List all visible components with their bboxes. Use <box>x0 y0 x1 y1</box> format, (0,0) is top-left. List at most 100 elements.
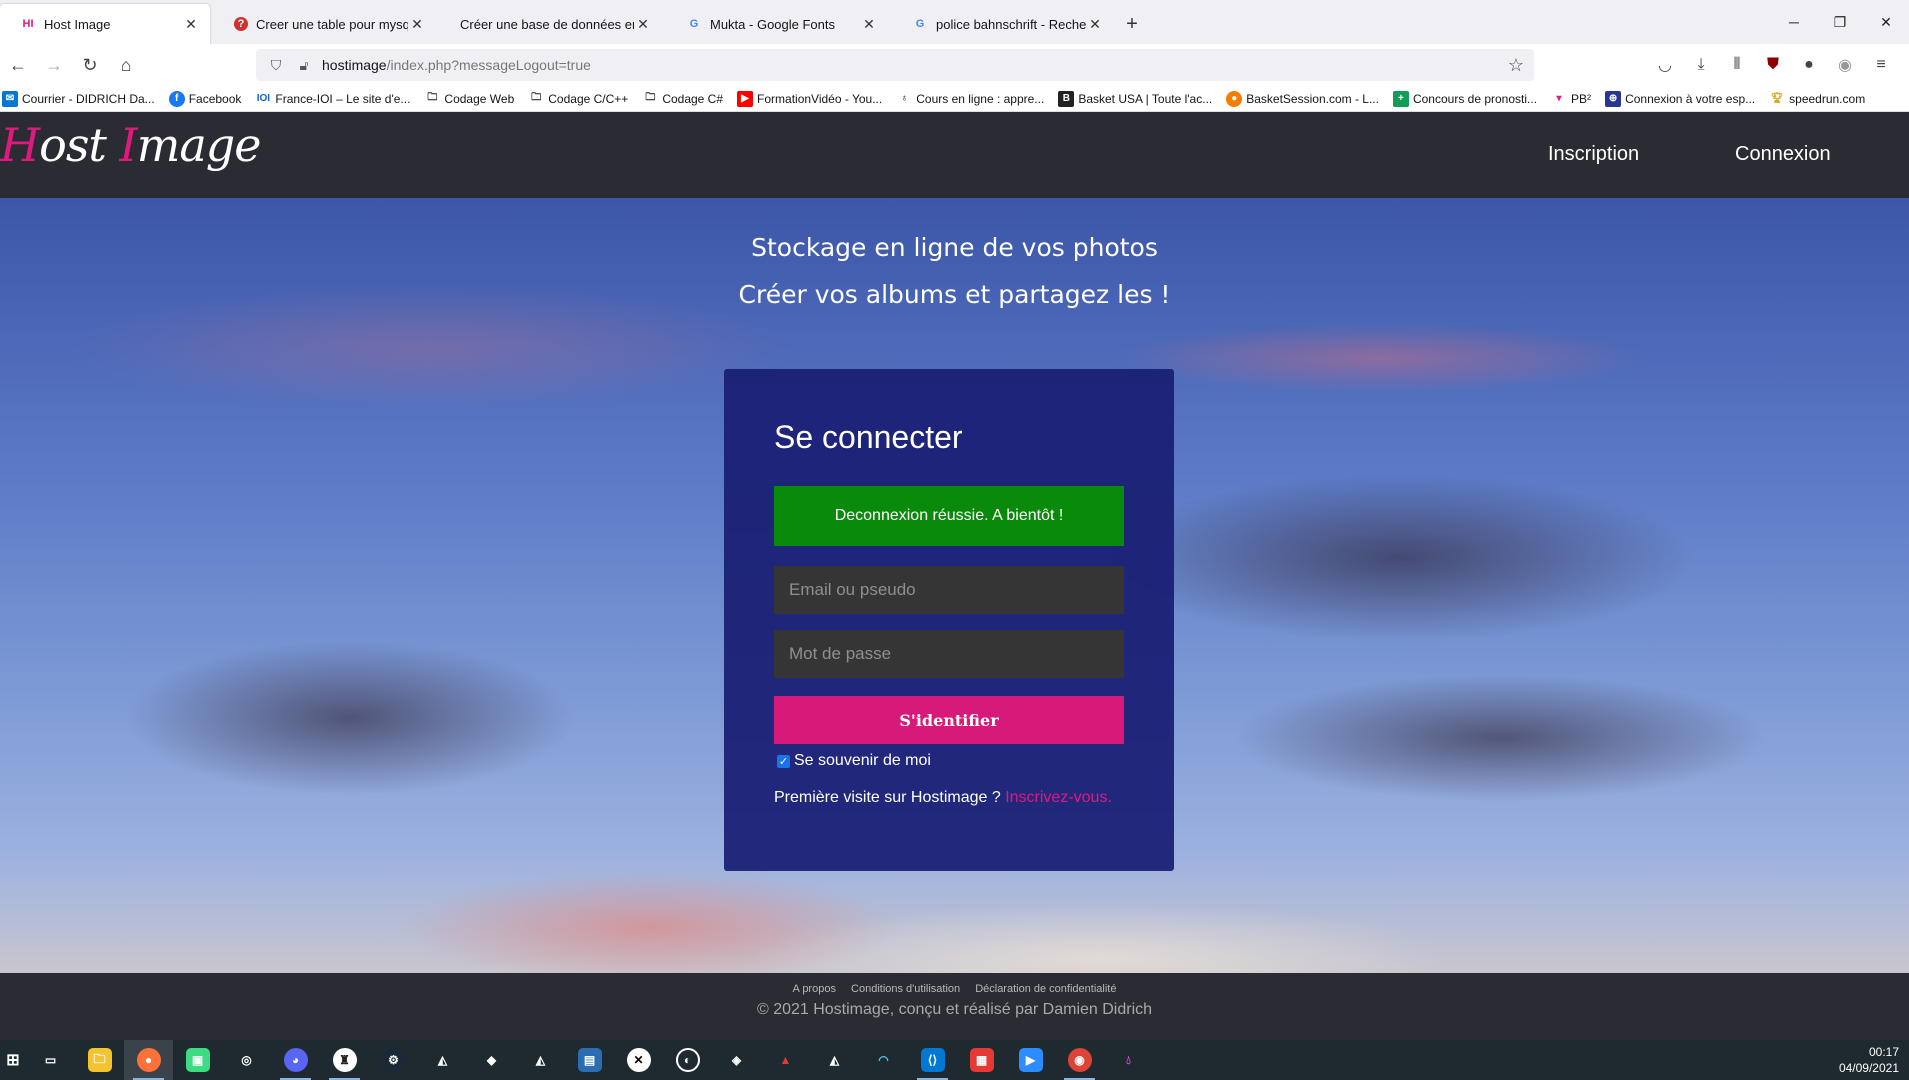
task-view-icon[interactable]: ▭ <box>26 1040 75 1080</box>
app-icon-6[interactable]: ◈ <box>712 1040 761 1080</box>
url-host: hostimage <box>322 57 387 73</box>
pocket-icon[interactable]: ◡ <box>1647 49 1683 81</box>
google-fonts-favicon-icon: G <box>689 18 699 30</box>
extension-icon[interactable]: ● <box>1791 49 1827 81</box>
app-icon-9[interactable]: ◠ <box>859 1040 908 1080</box>
windows-taskbar: ⊞ ▭ 🗀︎ ● ▣ ◎ ◕ ♜ ⚙ ◭ ◆ ◭ ▤ ✕ ◐ ◈ ▲ ◭ ◠ ⟨… <box>0 1040 1909 1080</box>
nav-login-link[interactable]: Connexion <box>1735 143 1831 166</box>
app-icon-7[interactable]: ▲ <box>761 1040 810 1080</box>
game-launcher-icon[interactable]: ♜ <box>320 1040 369 1080</box>
site-header: Host Image Inscription Connexion <box>0 112 1909 198</box>
footer-link-about[interactable]: A propos <box>793 983 836 995</box>
logo-text: ost <box>39 118 120 172</box>
close-tab-icon[interactable]: ✕ <box>860 16 878 33</box>
tab-mysql-table[interactable]: ? Creer une table pour mysql avec ✕ <box>210 4 436 44</box>
close-tab-icon[interactable]: ✕ <box>182 16 200 33</box>
chat-app-icon[interactable]: ▣ <box>173 1040 222 1080</box>
address-bar[interactable]: ⛉ 🔓︎ hostimage/index.php?messageLogout=t… <box>256 49 1534 81</box>
logout-success-alert: Deconnexion réussie. A bientôt ! <box>774 486 1124 546</box>
tab-bahnschrift-search[interactable]: G police bahnschrift - Recherche G ✕ <box>888 4 1114 44</box>
bookmark-item[interactable]: 🏆︎ speedrun.com <box>1769 91 1865 107</box>
logo-text: mage <box>136 118 262 172</box>
vscode-icon[interactable]: ⟨⟩ <box>908 1040 957 1080</box>
close-tab-icon[interactable]: ✕ <box>408 16 426 33</box>
bookmark-item[interactable]: 🗀︎ Codage C# <box>642 91 723 107</box>
close-tab-icon[interactable]: ✕ <box>1086 16 1104 33</box>
email-or-username-input[interactable] <box>774 566 1124 614</box>
back-icon[interactable]: ← <box>0 49 36 81</box>
bookmark-label: FormationVidéo - You... <box>757 91 883 106</box>
folder-icon: 🗀︎ <box>531 92 542 103</box>
app-icon-2[interactable]: ◆ <box>467 1040 516 1080</box>
app-icon-11[interactable]: 💧︎ <box>1104 1040 1153 1080</box>
system-clock[interactable]: 00:17 04/09/2021 <box>1839 1044 1899 1076</box>
hero-tagline-2: Créer vos albums et partagez les ! <box>738 280 1171 309</box>
ublock-icon[interactable]: ⛊ <box>1755 49 1791 81</box>
steam-icon[interactable]: ⚙ <box>369 1040 418 1080</box>
footer-link-privacy[interactable]: Déclaration de confidentialité <box>975 983 1116 995</box>
bookmark-item[interactable]: IOI France-IOI – Le site d'e... <box>255 91 411 107</box>
login-title: Se connecter <box>774 419 963 455</box>
bookmark-item[interactable]: 🗀︎ Codage Web <box>424 91 514 107</box>
bookmark-label: Basket USA | Toute l'ac... <box>1078 91 1213 106</box>
forward-icon[interactable]: → <box>36 49 72 81</box>
tab-host-image[interactable]: HI Host Image ✕ <box>0 4 210 44</box>
tab-mukta-fonts[interactable]: G Mukta - Google Fonts ✕ <box>662 4 888 44</box>
tab-php-database[interactable]: Créer une base de données en php ✕ <box>436 4 662 44</box>
firefox-icon[interactable]: ● <box>124 1040 173 1080</box>
app-icon-10[interactable]: ▦ <box>957 1040 1006 1080</box>
remember-me-checkbox[interactable]: ✓ <box>777 754 790 768</box>
footer-link-terms[interactable]: Conditions d'utilisation <box>851 983 960 995</box>
app-icon-3[interactable]: ◭ <box>516 1040 565 1080</box>
close-tab-icon[interactable]: ✕ <box>634 16 652 33</box>
bookmark-label: France-IOI – Le site d'e... <box>275 91 411 106</box>
bookmark-item[interactable]: + Concours de pronosti... <box>1392 90 1537 107</box>
logo-letter: H <box>0 118 40 172</box>
windows-start-icon[interactable]: ⊞ <box>0 1040 26 1080</box>
navigation-toolbar: ← → ↻ ⌂ ⛉ 🔓︎ hostimage/index.php?message… <box>0 44 1909 86</box>
new-tab-button[interactable]: + <box>1114 4 1150 44</box>
app-icon-1[interactable]: ◭ <box>418 1040 467 1080</box>
bookmark-item[interactable]: B Basket USA | Toute l'ac... <box>1058 90 1213 107</box>
library-icon[interactable]: ⫴ <box>1719 49 1755 81</box>
first-visit-text: Première visite sur Hostimage ? Inscrive… <box>774 789 1112 807</box>
bookmarks-bar: ✉ Courrier - DIDRICH Da... f Facebook IOI F… <box>0 86 1909 112</box>
bookmark-item[interactable]: ● BasketSession.com - L... <box>1226 90 1379 107</box>
account-icon[interactable]: ◉ <box>1827 49 1863 81</box>
close-window-icon[interactable]: ✕ <box>1863 0 1909 44</box>
shield-icon[interactable]: ⛉ <box>266 55 286 75</box>
app-icon-4[interactable]: ▤ <box>565 1040 614 1080</box>
file-explorer-icon[interactable]: 🗀︎ <box>75 1040 124 1080</box>
bookmark-item[interactable]: ▶ FormationVidéo - You... <box>737 90 883 107</box>
discord-icon[interactable]: ◕ <box>271 1040 320 1080</box>
nav-signup-link[interactable]: Inscription <box>1548 143 1639 166</box>
bookmark-item[interactable]: f Facebook <box>168 90 241 107</box>
bookmark-star-icon[interactable]: ☆ <box>1508 55 1524 76</box>
app-icon-8[interactable]: ◭ <box>810 1040 859 1080</box>
obs-icon[interactable]: ◐ <box>663 1040 712 1080</box>
bookmark-item[interactable]: ▾ PB² <box>1551 91 1592 107</box>
gamepad-app-icon[interactable]: ◎ <box>222 1040 271 1080</box>
login-card: Se connecter Deconnexion réussie. A bien… <box>724 369 1174 871</box>
question-favicon-icon: ? <box>234 17 248 31</box>
app-icon-5[interactable]: ✕ <box>614 1040 663 1080</box>
bookmark-item[interactable]: ✉ Courrier - DIDRICH Da... <box>2 90 155 107</box>
menu-icon[interactable]: ≡ <box>1863 49 1899 81</box>
bookmark-item[interactable]: ⊕ Connexion à votre esp... <box>1605 90 1755 107</box>
home-icon[interactable]: ⌂ <box>108 49 144 81</box>
zoom-icon[interactable]: ▶ <box>1006 1040 1055 1080</box>
chrome-icon[interactable]: ◉ <box>1055 1040 1104 1080</box>
minimize-icon[interactable]: ─ <box>1771 0 1817 44</box>
reload-icon[interactable]: ↻ <box>72 49 108 81</box>
bookmark-item[interactable]: ♁ Cours en ligne : appre... <box>896 91 1044 107</box>
download-icon[interactable]: ⤓ <box>1683 49 1719 81</box>
login-submit-button[interactable]: S'identifier <box>774 696 1124 744</box>
password-input[interactable] <box>774 630 1124 678</box>
basket-icon: B <box>1058 90 1075 107</box>
insecure-lock-icon[interactable]: 🔓︎ <box>294 55 314 75</box>
remember-me[interactable]: ✓ Se souvenir de moi <box>777 752 931 770</box>
signup-link[interactable]: Inscrivez-vous <box>1005 789 1107 806</box>
bookmark-item[interactable]: 🗀︎ Codage C/C++ <box>528 91 628 107</box>
site-logo[interactable]: Host Image <box>0 118 262 172</box>
restore-icon[interactable]: ❐ <box>1817 0 1863 44</box>
